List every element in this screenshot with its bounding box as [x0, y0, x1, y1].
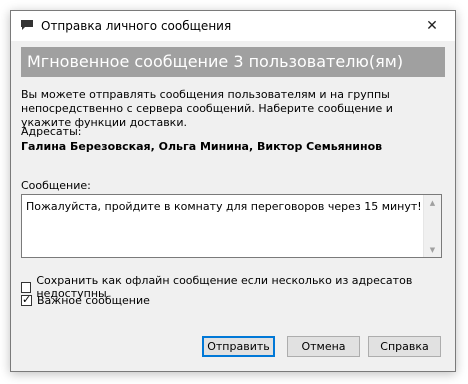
- important-option[interactable]: ✓ Важное сообщение: [21, 293, 150, 307]
- send-button[interactable]: Отправить: [202, 336, 275, 357]
- recipients-label: Адресаты:: [21, 125, 82, 138]
- checkmark-icon: ✓: [22, 293, 32, 306]
- window-title: Отправка личного сообщения: [41, 19, 232, 33]
- message-scrollbar[interactable]: ▲ ▼: [423, 195, 441, 257]
- recipients-list: Галина Березовская, Ольга Минина, Виктор…: [21, 140, 383, 153]
- important-checkbox[interactable]: ✓: [21, 293, 32, 306]
- header-banner: Мгновенное сообщение 3 пользователю(ям): [21, 47, 445, 77]
- offline-checkbox[interactable]: [21, 281, 32, 293]
- message-label: Сообщение:: [21, 179, 91, 192]
- important-checkbox-label: Важное сообщение: [37, 294, 150, 307]
- title-bar: Отправка личного сообщения ✕: [11, 11, 455, 41]
- scroll-up-icon[interactable]: ▲: [424, 195, 441, 210]
- scroll-down-icon[interactable]: ▼: [424, 242, 441, 257]
- description-text: Вы можете отправлять сообщения пользоват…: [21, 88, 393, 129]
- close-button[interactable]: ✕: [409, 11, 455, 41]
- message-text: Пожалуйста, пройдите в комнату для перег…: [26, 200, 421, 213]
- message-textarea[interactable]: Пожалуйста, пройдите в комнату для перег…: [21, 194, 442, 258]
- close-icon: ✕: [426, 18, 438, 34]
- help-button[interactable]: Справка: [368, 336, 441, 357]
- chat-bubble-icon: [21, 20, 33, 30]
- cancel-button[interactable]: Отмена: [287, 336, 360, 357]
- send-message-dialog: Отправка личного сообщения ✕ Мгновенное …: [10, 10, 456, 372]
